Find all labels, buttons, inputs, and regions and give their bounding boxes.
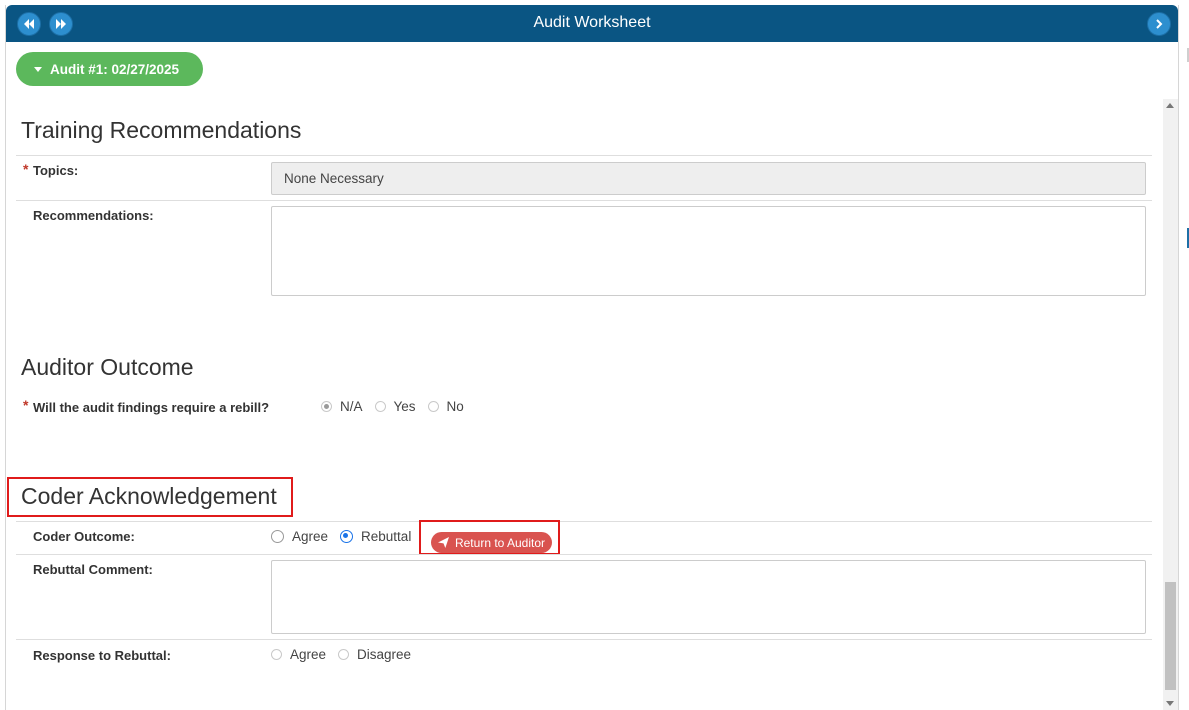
radio-icon (427, 401, 439, 412)
rebuttal-comment-textarea[interactable] (271, 560, 1146, 634)
rebill-label: Will the audit findings require a rebill… (33, 400, 270, 415)
required-marker: * (23, 161, 29, 177)
vertical-scrollbar[interactable] (1163, 99, 1178, 710)
radio-icon (374, 401, 386, 412)
training-heading: Training Recommendations (21, 117, 302, 143)
scroll-down-icon[interactable] (1166, 701, 1174, 706)
paper-plane-icon (437, 537, 449, 548)
divider (16, 200, 1152, 201)
coder-outcome-agree[interactable]: Agree (271, 529, 328, 544)
caret-down-icon (34, 66, 42, 72)
radio-icon (338, 649, 350, 660)
divider (16, 554, 1152, 555)
rebill-option-no[interactable]: No (427, 399, 464, 414)
rebill-radio-group: N/A Yes No (321, 399, 476, 414)
coder-heading: Coder Acknowledgement (21, 483, 277, 509)
return-to-auditor-button[interactable]: Return to Auditor (431, 532, 552, 553)
response-disagree[interactable]: Disagree (338, 647, 411, 662)
radio-icon (271, 649, 282, 660)
audit-selector-button[interactable]: Audit #1: 02/27/2025 (16, 52, 203, 86)
rebill-option-na[interactable]: N/A (321, 399, 363, 414)
audit-selector-label: Audit #1: 02/27/2025 (50, 61, 180, 77)
recommendations-textarea[interactable] (271, 206, 1146, 296)
titlebar: Audit Worksheet (6, 5, 1178, 42)
recommendations-label: Recommendations: (33, 208, 154, 223)
radio-selected-icon (340, 530, 354, 543)
divider (16, 155, 1152, 156)
expand-panel-button[interactable] (1147, 12, 1171, 36)
divider (16, 521, 1152, 522)
coder-outcome-rebuttal[interactable]: Rebuttal (340, 529, 411, 544)
required-marker: * (23, 397, 29, 413)
audit-worksheet-window: Audit Worksheet Audit #1: 02/27/2025 Tra… (5, 5, 1179, 710)
window-title: Audit Worksheet (533, 14, 651, 31)
radio-selected-icon (321, 401, 332, 412)
response-agree[interactable]: Agree (271, 647, 326, 662)
topics-field[interactable]: None Necessary (271, 162, 1146, 195)
coder-outcome-label: Coder Outcome: (33, 529, 135, 544)
rebuttal-comment-label: Rebuttal Comment: (33, 562, 153, 577)
scrollbar-thumb[interactable] (1165, 582, 1176, 690)
radio-icon (271, 530, 284, 543)
coder-outcome-radio-group: Agree Rebuttal (271, 529, 423, 544)
scroll-up-icon[interactable] (1166, 103, 1174, 108)
chevron-right-icon (1156, 19, 1163, 29)
response-label: Response to Rebuttal: (33, 648, 171, 663)
response-radio-group: Agree Disagree (271, 647, 423, 662)
topics-label: Topics: (33, 163, 79, 178)
auditor-heading: Auditor Outcome (21, 354, 194, 380)
divider (16, 639, 1152, 640)
rebill-option-yes[interactable]: Yes (374, 399, 416, 414)
